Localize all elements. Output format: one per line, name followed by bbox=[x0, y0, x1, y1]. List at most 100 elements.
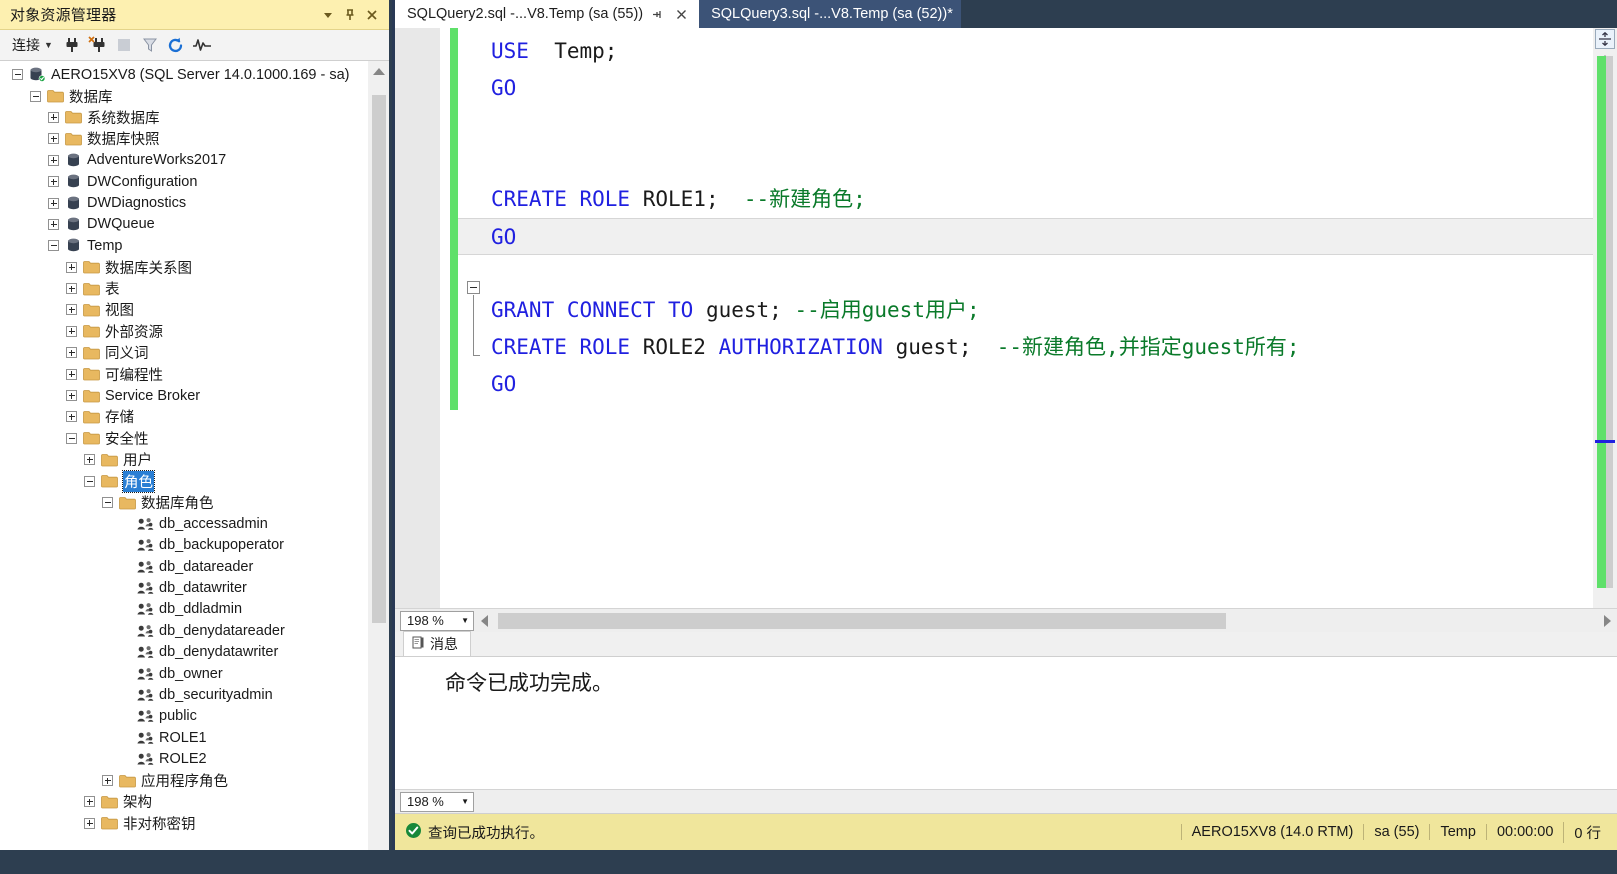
tree-node[interactable]: 数据库快照 bbox=[0, 128, 367, 149]
tree-node[interactable]: 非对称密钥 bbox=[0, 813, 367, 834]
tab-pin-icon[interactable] bbox=[647, 4, 667, 24]
expand-icon[interactable] bbox=[84, 454, 95, 466]
tree-node[interactable]: 架构 bbox=[0, 791, 367, 812]
refresh-icon[interactable] bbox=[163, 33, 189, 58]
split-view-button[interactable] bbox=[1595, 29, 1615, 49]
connect-button[interactable]: 连接 ▼ bbox=[4, 33, 59, 57]
tree-vertical-scrollbar[interactable] bbox=[367, 61, 389, 850]
tree-node[interactable]: public bbox=[0, 706, 367, 727]
tree-node[interactable]: db_datareader bbox=[0, 556, 367, 577]
expand-icon[interactable] bbox=[66, 261, 77, 273]
tree-node[interactable]: 存储 bbox=[0, 406, 367, 427]
tree-node[interactable]: 用户 bbox=[0, 449, 367, 470]
tree-node[interactable]: ROLE2 bbox=[0, 749, 367, 770]
expand-icon[interactable] bbox=[66, 390, 77, 402]
tree-node[interactable]: 数据库关系图 bbox=[0, 257, 367, 278]
disconnect-plug-icon[interactable] bbox=[85, 33, 111, 58]
expand-icon[interactable] bbox=[48, 111, 59, 123]
editor-tab-active[interactable]: SQLQuery2.sql -...V8.Temp (sa (55)) bbox=[395, 0, 700, 28]
expand-icon[interactable] bbox=[66, 283, 77, 295]
tab-close-icon[interactable] bbox=[671, 4, 691, 24]
expand-icon[interactable] bbox=[66, 368, 77, 380]
tree-node[interactable]: db_ddladmin bbox=[0, 599, 367, 620]
editor-vertical-scrollbar[interactable] bbox=[1593, 28, 1617, 608]
tree-node[interactable]: db_denydatawriter bbox=[0, 642, 367, 663]
editor-horizontal-scrollbar[interactable] bbox=[494, 611, 1597, 630]
pin-icon[interactable] bbox=[339, 4, 361, 26]
results-zoom-selector[interactable]: 198 % ▼ bbox=[400, 791, 474, 812]
scroll-up-arrow[interactable] bbox=[368, 61, 389, 81]
code-line[interactable] bbox=[458, 107, 1617, 144]
tree-node[interactable]: AERO15XV8 (SQL Server 14.0.1000.169 - sa… bbox=[0, 64, 367, 85]
tree-node[interactable]: 同义词 bbox=[0, 342, 367, 363]
code-line[interactable]: GRANT CONNECT TO guest; --启用guest用户; bbox=[458, 292, 1617, 329]
object-explorer-tree[interactable]: AERO15XV8 (SQL Server 14.0.1000.169 - sa… bbox=[0, 64, 367, 850]
tree-node[interactable]: 安全性 bbox=[0, 428, 367, 449]
collapse-icon[interactable] bbox=[30, 90, 41, 102]
tree-node[interactable]: AdventureWorks2017 bbox=[0, 150, 367, 171]
expand-icon[interactable] bbox=[48, 218, 59, 230]
tree-node[interactable]: db_denydatareader bbox=[0, 620, 367, 641]
tree-node[interactable]: 表 bbox=[0, 278, 367, 299]
tree-node[interactable]: DWDiagnostics bbox=[0, 192, 367, 213]
hscroll-right-arrow[interactable] bbox=[1597, 614, 1617, 627]
expand-icon[interactable] bbox=[66, 347, 77, 359]
tree-node[interactable]: DWQueue bbox=[0, 214, 367, 235]
close-icon[interactable] bbox=[361, 4, 383, 26]
tree-node[interactable]: ROLE1 bbox=[0, 727, 367, 748]
tree-node[interactable]: Temp bbox=[0, 235, 367, 256]
tree-node[interactable]: 应用程序角色 bbox=[0, 770, 367, 791]
tree-node[interactable]: DWConfiguration bbox=[0, 171, 367, 192]
scroll-thumb[interactable] bbox=[372, 95, 386, 623]
collapse-icon[interactable] bbox=[48, 240, 59, 252]
expand-icon[interactable] bbox=[48, 133, 59, 145]
collapse-icon[interactable] bbox=[84, 475, 95, 487]
expand-icon[interactable] bbox=[102, 775, 113, 787]
code-content[interactable]: USE Temp; GO CREATE ROLE ROLE1; --新建角色; GO G… bbox=[458, 28, 1617, 608]
code-line[interactable] bbox=[458, 255, 1617, 292]
expand-icon[interactable] bbox=[66, 304, 77, 316]
tree-node[interactable]: db_securityadmin bbox=[0, 684, 367, 705]
sql-editor[interactable]: USE Temp; GO CREATE ROLE ROLE1; --新建角色; GO G… bbox=[395, 28, 1617, 608]
expand-icon[interactable] bbox=[48, 176, 59, 188]
hscroll-left-arrow[interactable] bbox=[474, 614, 494, 627]
tree-node[interactable]: 外部资源 bbox=[0, 321, 367, 342]
hscroll-thumb[interactable] bbox=[498, 612, 1226, 629]
tree-node[interactable]: db_accessadmin bbox=[0, 513, 367, 534]
collapse-icon[interactable] bbox=[66, 432, 77, 444]
code-line[interactable] bbox=[458, 144, 1617, 181]
expand-icon[interactable] bbox=[48, 154, 59, 166]
connect-plug-icon[interactable] bbox=[59, 33, 85, 58]
activity-monitor-icon[interactable] bbox=[189, 33, 215, 58]
expand-icon[interactable] bbox=[66, 411, 77, 423]
editor-zoom-selector[interactable]: 198 % ▼ bbox=[400, 610, 474, 631]
collapse-icon[interactable] bbox=[102, 497, 113, 508]
code-line[interactable]: USE Temp; bbox=[458, 33, 1617, 70]
code-line[interactable]: CREATE ROLE ROLE1; --新建角色; bbox=[458, 181, 1617, 218]
code-line[interactable]: GO bbox=[458, 366, 1617, 403]
tree-node[interactable]: 系统数据库 bbox=[0, 107, 367, 128]
tree-node[interactable]: db_backupoperator bbox=[0, 535, 367, 556]
expand-icon[interactable] bbox=[66, 325, 77, 337]
tree-node[interactable]: Service Broker bbox=[0, 385, 367, 406]
filter-icon[interactable] bbox=[137, 33, 163, 58]
tree-node[interactable]: 视图 bbox=[0, 299, 367, 320]
expand-icon[interactable] bbox=[84, 817, 95, 829]
tab-messages[interactable]: 消息 bbox=[403, 631, 471, 656]
tree-node[interactable]: 数据库角色 bbox=[0, 492, 367, 513]
expand-icon[interactable] bbox=[48, 197, 59, 209]
code-line[interactable]: CREATE ROLE ROLE2 AUTHORIZATION guest; -… bbox=[458, 329, 1617, 366]
editor-tab[interactable]: SQLQuery3.sql -...V8.Temp (sa (52))* bbox=[699, 0, 961, 28]
editor-scroll-thumb[interactable] bbox=[1606, 56, 1613, 588]
expand-icon[interactable] bbox=[84, 796, 95, 808]
tree-node[interactable]: 角色 bbox=[0, 469, 367, 493]
editor-scroll-track[interactable] bbox=[1593, 50, 1617, 590]
code-line[interactable]: GO bbox=[458, 70, 1617, 107]
dropdown-icon[interactable] bbox=[317, 4, 339, 26]
tree-node[interactable]: db_datawriter bbox=[0, 577, 367, 598]
tree-node[interactable]: 数据库 bbox=[0, 85, 367, 106]
tree-node[interactable]: 可编程性 bbox=[0, 363, 367, 384]
tree-node[interactable]: db_owner bbox=[0, 663, 367, 684]
code-line[interactable]: GO bbox=[458, 218, 1617, 255]
collapse-icon[interactable] bbox=[12, 69, 23, 81]
